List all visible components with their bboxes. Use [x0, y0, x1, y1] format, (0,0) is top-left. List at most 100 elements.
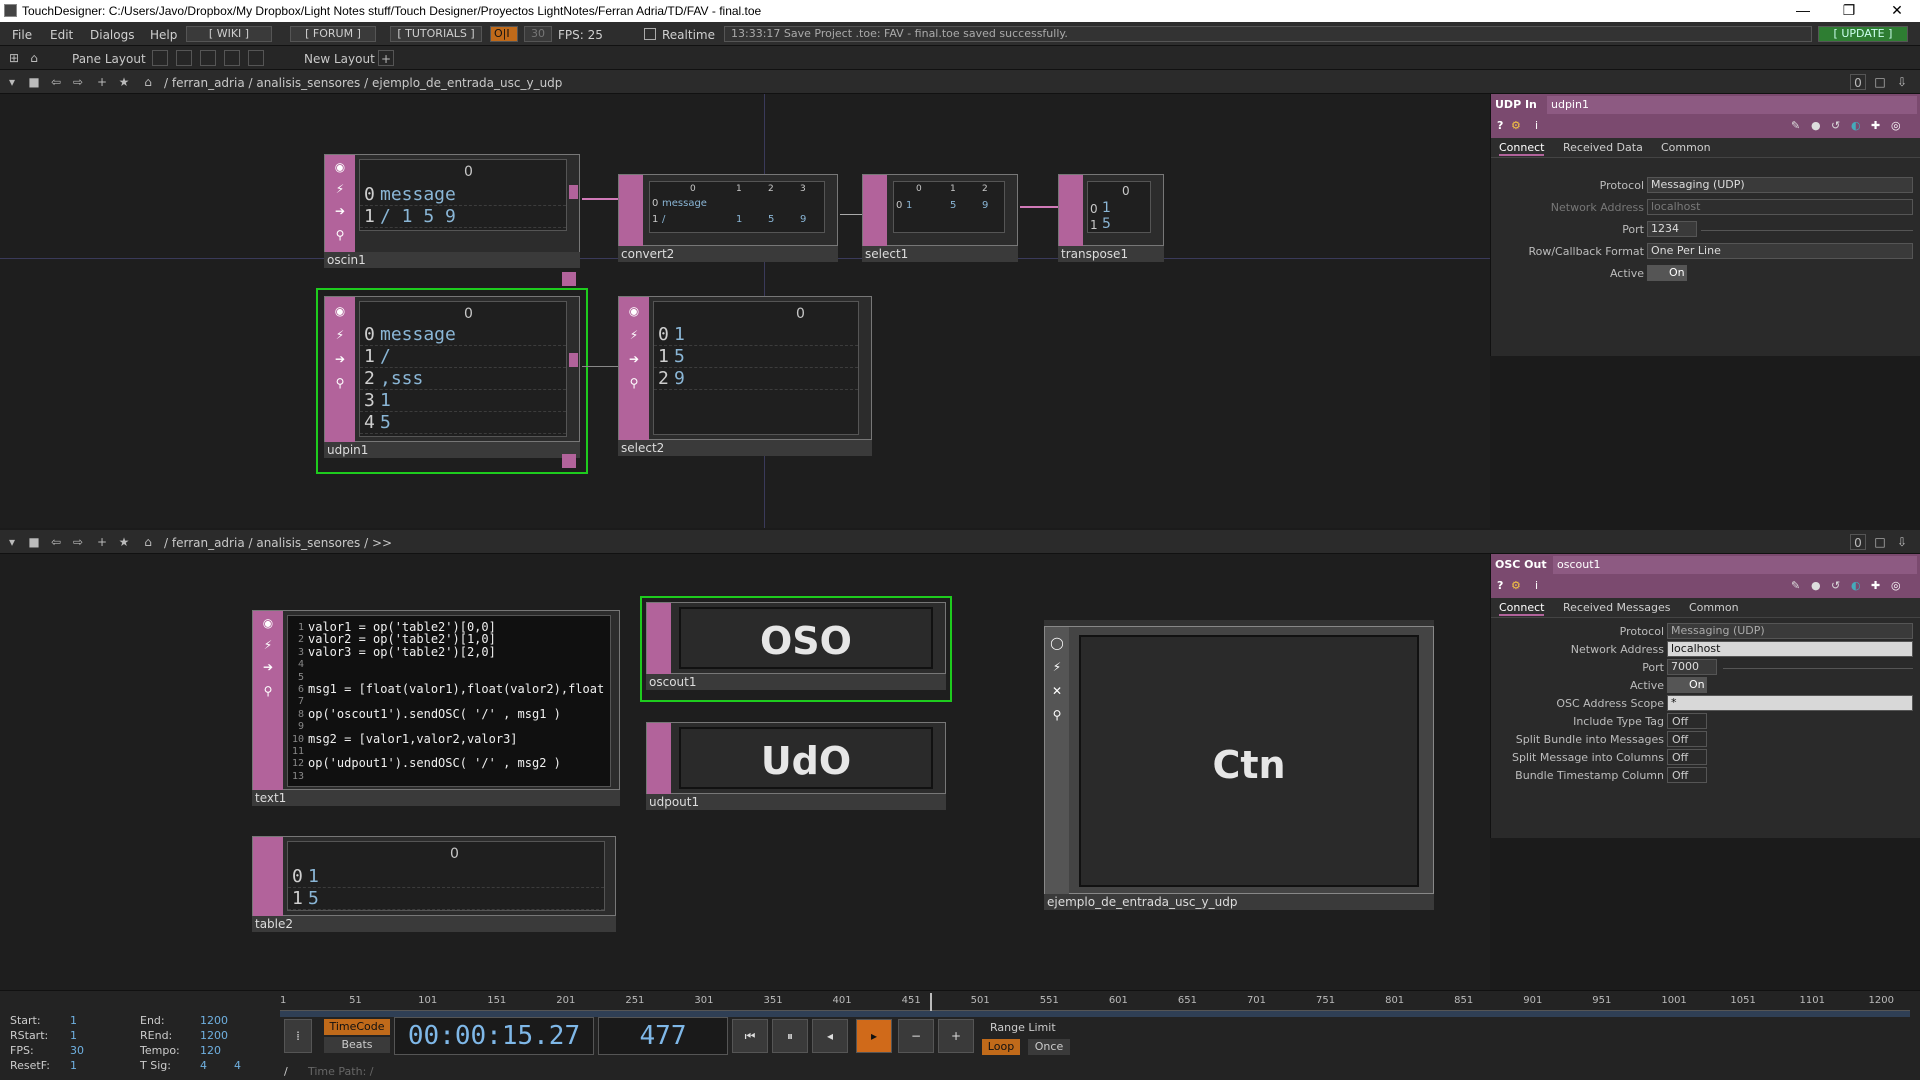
layout-icon[interactable]: ⊞: [6, 50, 22, 66]
fps-box[interactable]: 30: [524, 26, 552, 42]
time-lock-icon[interactable]: ⁞: [284, 1019, 312, 1053]
beats-toggle[interactable]: Beats: [324, 1037, 390, 1053]
viewer-icon[interactable]: ◉: [260, 615, 276, 631]
render-icon[interactable]: ➔: [626, 351, 642, 367]
split-message-toggle[interactable]: Off: [1667, 749, 1707, 765]
maximize-pane-icon[interactable]: □: [1872, 74, 1888, 90]
node-name[interactable]: oscin1: [324, 252, 580, 268]
edit-icon[interactable]: ✎: [1791, 579, 1800, 592]
include-type-tag-toggle[interactable]: Off: [1667, 713, 1707, 729]
chain-connector[interactable]: [562, 272, 576, 286]
render-icon[interactable]: ➔: [332, 203, 348, 219]
node-name[interactable]: transpose1: [1058, 246, 1164, 262]
back-icon[interactable]: ⇦: [48, 74, 64, 90]
network-path[interactable]: / ferran_adria / analisis_sensores / eje…: [164, 76, 562, 90]
operator-name-field[interactable]: udpin1: [1547, 96, 1917, 114]
bundle-timestamp-toggle[interactable]: Off: [1667, 767, 1707, 783]
pause-icon[interactable]: ⏸: [772, 1019, 808, 1053]
bypass-icon[interactable]: ⚡: [260, 637, 276, 653]
step-back-icon[interactable]: ◂: [812, 1019, 848, 1053]
rend-value[interactable]: 1200: [200, 1028, 228, 1043]
new-layout-label[interactable]: New Layout: [304, 52, 375, 66]
menu-help[interactable]: Help: [150, 28, 177, 42]
menu-edit[interactable]: Edit: [50, 28, 73, 42]
add-icon[interactable]: +: [94, 534, 110, 550]
resetf-value[interactable]: 1: [70, 1058, 77, 1073]
add-icon[interactable]: +: [94, 74, 110, 90]
port-slider[interactable]: [1723, 668, 1913, 669]
lock-icon[interactable]: ⚲: [626, 375, 642, 391]
menu-file[interactable]: File: [12, 28, 32, 42]
info-icon[interactable]: i: [1535, 119, 1538, 132]
tab-common[interactable]: Common: [1661, 141, 1711, 154]
add-icon[interactable]: ✚: [1871, 579, 1880, 592]
stop-icon[interactable]: ■: [26, 534, 42, 550]
render-icon[interactable]: ➔: [332, 351, 348, 367]
end-value[interactable]: 1200: [200, 1013, 228, 1028]
layout-three-icon[interactable]: [224, 50, 240, 66]
node-name[interactable]: text1: [252, 790, 620, 806]
lock-icon[interactable]: ⚲: [332, 375, 348, 391]
code-line[interactable]: msg2 = [valor1,valor2,valor3]: [308, 732, 518, 746]
node-name[interactable]: udpout1: [646, 794, 946, 810]
layout-quad-icon[interactable]: [248, 50, 264, 66]
close-window-button[interactable]: ✕: [1874, 0, 1920, 22]
protocol-dropdown[interactable]: Messaging (UDP): [1667, 623, 1913, 639]
forward-icon[interactable]: ⇨: [70, 534, 86, 550]
reset-icon[interactable]: ↺: [1831, 579, 1840, 592]
pane-number[interactable]: 0: [1850, 534, 1866, 550]
osc-address-scope-field[interactable]: *: [1667, 695, 1913, 711]
bypass-icon[interactable]: ⚡: [1049, 659, 1065, 675]
python-icon[interactable]: ⚙: [1511, 579, 1521, 592]
python-help-icon[interactable]: ◐: [1851, 579, 1861, 592]
tab-common[interactable]: Common: [1689, 601, 1739, 614]
network-path[interactable]: / ferran_adria / analisis_sensores / >>: [164, 536, 392, 550]
time-path[interactable]: Time Path: /: [308, 1065, 374, 1078]
star-icon[interactable]: ★: [116, 534, 132, 550]
tab-connect[interactable]: Connect: [1499, 141, 1545, 156]
target-icon[interactable]: ◎: [1891, 119, 1901, 132]
add-layout-icon[interactable]: +: [378, 50, 394, 66]
pane-number[interactable]: 0: [1850, 74, 1866, 90]
tsig-numerator[interactable]: 4: [200, 1058, 207, 1073]
node-name[interactable]: ejemplo_de_entrada_usc_y_udp: [1044, 894, 1434, 910]
minimize-button[interactable]: —: [1780, 0, 1826, 22]
active-toggle[interactable]: On: [1667, 677, 1707, 693]
forward-icon[interactable]: ⇨: [70, 74, 86, 90]
node-name[interactable]: select2: [618, 440, 872, 456]
port-slider[interactable]: [1701, 230, 1913, 231]
viewer-icon[interactable]: ◯: [1049, 635, 1065, 651]
realtime-checkbox[interactable]: [644, 28, 656, 40]
layout-icon-2[interactable]: ⌂: [26, 50, 42, 66]
help-icon[interactable]: ?: [1497, 119, 1503, 132]
timeline-ruler[interactable]: 1 51 101 151 201 251 301 351 401 451 501 551 601 651 7…: [280, 993, 1910, 1011]
collapse-icon[interactable]: ▾: [4, 534, 20, 550]
tab-received-data[interactable]: Received Data: [1563, 141, 1643, 154]
bypass-icon[interactable]: ⚡: [626, 327, 642, 343]
network-address-field[interactable]: localhost: [1667, 641, 1913, 657]
rstart-value[interactable]: 1: [70, 1028, 77, 1043]
reset-icon[interactable]: ↺: [1831, 119, 1840, 132]
output-connector[interactable]: [569, 353, 578, 367]
tab-received-messages[interactable]: Received Messages: [1563, 601, 1671, 614]
lock-icon[interactable]: ⚲: [260, 683, 276, 699]
timecode-toggle[interactable]: TimeCode: [324, 1019, 390, 1035]
playhead[interactable]: [930, 993, 932, 1011]
lock-icon[interactable]: ⚲: [1049, 707, 1065, 723]
once-toggle[interactable]: Once: [1028, 1039, 1070, 1055]
maximize-button[interactable]: ❐: [1826, 0, 1872, 22]
row-callback-format-dropdown[interactable]: One Per Line: [1647, 243, 1913, 259]
loop-toggle[interactable]: Loop: [982, 1039, 1020, 1055]
code-line[interactable]: valor3 = op('table2')[2,0]: [308, 645, 496, 659]
tutorials-button[interactable]: [ TUTORIALS ]: [390, 26, 482, 42]
code-line[interactable]: op('udpout1').sendOSC( '/' , msg2 ): [308, 756, 561, 770]
stop-icon[interactable]: ■: [26, 74, 42, 90]
lock-icon[interactable]: ⚲: [332, 227, 348, 243]
bypass-icon[interactable]: ⚡: [332, 181, 348, 197]
pane-menu-icon[interactable]: ⇩: [1894, 534, 1910, 550]
viewer-icon[interactable]: ◉: [332, 159, 348, 175]
play-icon[interactable]: ▸: [856, 1019, 892, 1053]
collapse-icon[interactable]: ▾: [4, 74, 20, 90]
active-toggle[interactable]: On: [1647, 265, 1687, 281]
bypass-icon[interactable]: ⚡: [332, 327, 348, 343]
